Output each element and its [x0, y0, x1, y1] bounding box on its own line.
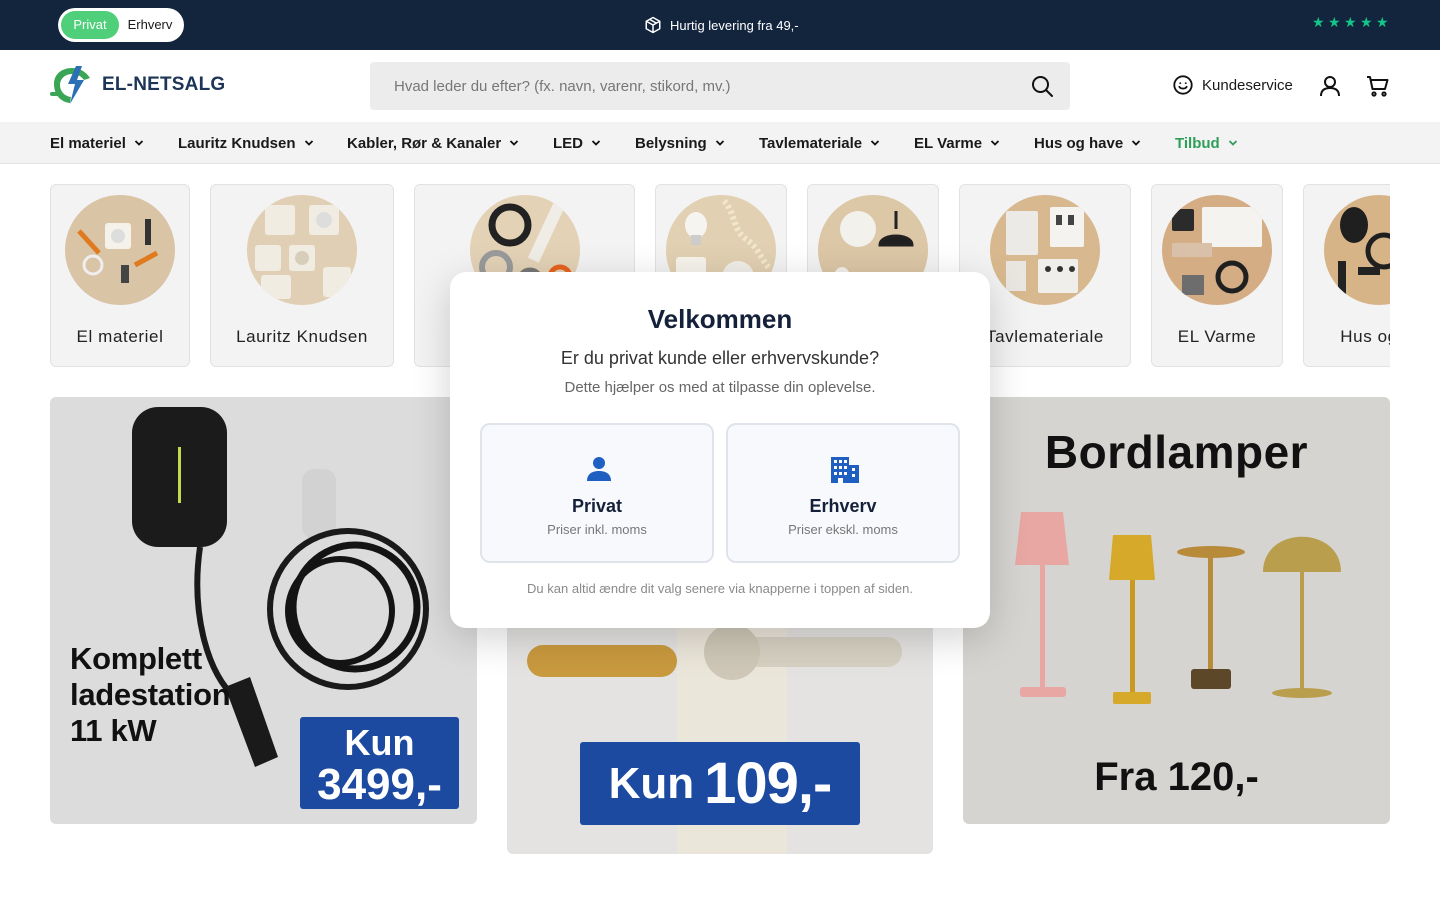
cart-icon[interactable]: [1366, 74, 1390, 98]
banner-bordlamper[interactable]: Bordlamper Fra 120,-: [963, 397, 1390, 824]
choice-description: Priser ekskl. moms: [788, 522, 898, 537]
account-icon[interactable]: [1318, 74, 1342, 98]
category-image: [1324, 195, 1390, 305]
category-card-el-materiel[interactable]: El materiel: [50, 184, 190, 367]
nav-item-belysning[interactable]: Belysning: [635, 122, 725, 164]
nav-item-label: EL Varme: [914, 134, 983, 152]
choice-title: Privat: [571, 496, 623, 516]
category-image: [247, 195, 357, 305]
building-icon: [831, 457, 859, 483]
trust-rating[interactable]: ★ ★ ★ ★ ★: [1312, 14, 1389, 30]
delivery-notice: Hurtig levering fra 49,-: [644, 15, 799, 35]
choose-privat-button[interactable]: Privat Priser inkl. moms: [480, 423, 714, 563]
top-bar: Privat Erhverv Hurtig levering fra 49,- …: [0, 0, 1440, 50]
customer-type-modal: Velkommen Er du privat kunde eller erhve…: [450, 272, 990, 628]
category-image: [65, 195, 175, 305]
modal-subtitle: Er du privat kunde eller erhvervskunde?: [560, 348, 880, 368]
nav-item-label: El materiel: [50, 134, 126, 152]
star-icon: ★: [1360, 14, 1373, 30]
nav-item-lauritz-knudsen[interactable]: Lauritz Knudsen: [178, 122, 314, 164]
delivery-text: Hurtig levering fra 49,-: [670, 17, 799, 33]
category-card-el-varme[interactable]: EL Varme: [1151, 184, 1283, 367]
customer-type-toggle: Privat Erhverv: [58, 8, 184, 42]
chevron-down-icon: [715, 140, 724, 146]
nav-item-label: Kabler, Rør & Kanaler: [347, 134, 502, 152]
nav-item-label: Hus og have: [1034, 134, 1124, 152]
person-icon: [587, 457, 611, 481]
chevron-down-icon: [990, 140, 1000, 146]
site-header: EL-NETSALG Kundeservice: [0, 50, 1440, 122]
customer-service-link[interactable]: Kundeservice: [1172, 74, 1293, 96]
chevron-down-icon: [134, 140, 144, 146]
smiley-icon: [1173, 75, 1193, 95]
category-label: Lauritz Knudsen: [236, 327, 368, 346]
nav-item-label: Lauritz Knudsen: [178, 134, 296, 152]
choose-erhverv-button[interactable]: Erhverv Priser ekskl. moms: [726, 423, 960, 563]
nav-item-kabler[interactable]: Kabler, Rør & Kanaler: [347, 122, 519, 164]
banner-ladestation[interactable]: Komplett ladestation 11 kW Kun 3499,-: [50, 397, 477, 824]
modal-help-text: Dette hjælper os med at tilpasse din opl…: [564, 379, 876, 396]
search-icon[interactable]: [1030, 74, 1054, 98]
logo-plug-icon: [50, 66, 90, 104]
category-label: El materiel: [76, 327, 164, 346]
choice-title: Erhverv: [809, 496, 877, 516]
category-label: Hus og: [1340, 327, 1390, 346]
search-bar: [370, 62, 1070, 110]
nav-item-label: Tavlemateriale: [759, 134, 863, 152]
choice-description: Priser inkl. moms: [547, 522, 647, 537]
nav-item-label: Tilbud: [1175, 134, 1220, 152]
nav-item-tilbud[interactable]: Tilbud: [1175, 122, 1238, 164]
nav-item-label: LED: [553, 134, 583, 152]
nav-item-el-varme[interactable]: EL Varme: [914, 122, 1000, 164]
toggle-privat-button[interactable]: Privat: [61, 11, 119, 39]
chevron-down-icon: [510, 140, 519, 146]
star-icon: ★: [1312, 14, 1325, 30]
banner-ladestation-price: Kun 3499,-: [300, 717, 459, 809]
category-image: [1162, 195, 1272, 305]
nav-item-led[interactable]: LED: [553, 122, 601, 164]
modal-footnote: Du kan altid ændre dit valg senere via k…: [527, 581, 913, 596]
banner-bordlamper-price: Fra 120,-: [1094, 755, 1259, 799]
search-input[interactable]: [370, 62, 1010, 110]
chevron-down-icon: [1228, 140, 1237, 146]
star-icon: ★: [1328, 14, 1341, 30]
customer-service-label: Kundeservice: [1202, 76, 1293, 94]
category-label: EL Varme: [1177, 327, 1257, 346]
category-card-lauritz-knudsen[interactable]: Lauritz Knudsen: [210, 184, 394, 367]
nav-item-hus-og-have[interactable]: Hus og have: [1034, 122, 1141, 164]
nav-item-label: Belysning: [635, 134, 707, 152]
star-icon: ★: [1344, 14, 1357, 30]
chevron-down-icon: [304, 140, 313, 146]
nav-item-el-materiel[interactable]: El materiel: [50, 122, 144, 164]
chevron-down-icon: [591, 140, 601, 146]
banner-ladestation-title: Komplett ladestation 11 kW: [70, 641, 231, 748]
logo[interactable]: EL-NETSALG: [48, 64, 225, 106]
category-card-hus-og-have[interactable]: Hus og: [1303, 184, 1390, 367]
banner-door-handles-price: Kun 109,-: [580, 742, 860, 825]
modal-title: Velkommen: [647, 304, 793, 334]
chevron-down-icon: [870, 140, 880, 146]
star-icon: ★: [1376, 14, 1389, 30]
logo-text: EL-NETSALG: [102, 74, 226, 95]
package-icon: [645, 16, 661, 34]
main-navigation: El materiel Lauritz Knudsen Kabler, Rør …: [0, 122, 1440, 164]
category-image: [990, 195, 1100, 305]
nav-item-tavlemateriale[interactable]: Tavlemateriale: [759, 122, 880, 164]
chevron-down-icon: [1132, 140, 1141, 146]
toggle-erhverv-button[interactable]: Erhverv: [119, 11, 181, 39]
